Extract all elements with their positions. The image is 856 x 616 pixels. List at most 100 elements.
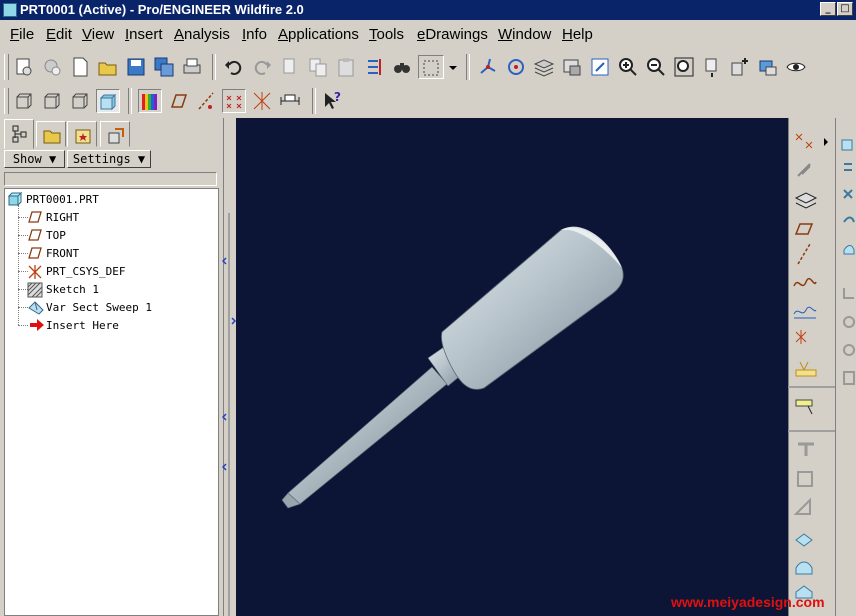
menu-bar: File Edit View Insert Analysis Info Appl… (0, 22, 856, 48)
datum-axis-toggle-icon[interactable] (194, 89, 218, 113)
datum-curve-icon (793, 277, 817, 287)
sketch-icon (27, 282, 43, 298)
screwdriver-model (281, 226, 624, 509)
color-appearance-icon[interactable] (138, 89, 162, 113)
toolbar-grip[interactable] (4, 88, 9, 114)
selection-filter-icon[interactable] (418, 55, 444, 79)
datum-point-display-icon[interactable] (476, 55, 500, 79)
csys-toggle-icon[interactable] (250, 89, 274, 113)
part-icon (8, 192, 22, 206)
graphics-window[interactable] (236, 118, 788, 616)
show-dropdown[interactable]: Show ▼ (4, 150, 65, 168)
refit-icon[interactable] (672, 55, 696, 79)
tree-item-sweep[interactable]: Var Sect Sweep 1 (5, 299, 215, 317)
minimize-button[interactable]: _ (820, 2, 836, 16)
restore-button[interactable]: □ (837, 2, 853, 16)
regenerate-icon[interactable] (362, 55, 386, 79)
show-dropdown-label: Show (12, 152, 42, 166)
tree-item-insert-here[interactable]: Insert Here (5, 317, 215, 335)
annotation-toggle-icon[interactable] (278, 89, 302, 113)
menu-window[interactable]: Window (498, 26, 551, 43)
no-hidden-icon[interactable] (68, 89, 92, 113)
menu-insert[interactable]: Insert (125, 26, 163, 43)
menu-view[interactable]: View (82, 26, 114, 43)
sweep-feature-icon (28, 301, 44, 315)
open-folder-icon[interactable] (96, 55, 120, 79)
datum-axis-tool-icon (797, 243, 811, 265)
new-file-icon[interactable] (68, 55, 92, 79)
tree-item-top[interactable]: TOP (5, 227, 215, 245)
round-tool-icon (795, 561, 813, 575)
tab-folder-browser[interactable] (36, 121, 66, 147)
menu-help[interactable]: Help (562, 26, 593, 43)
zoom-out-icon[interactable] (644, 55, 668, 79)
sketch-tool-icon (797, 163, 811, 177)
tree-item-sketch[interactable]: Sketch 1 (5, 281, 215, 299)
spin-center-icon[interactable] (504, 55, 528, 79)
menu-file[interactable]: File (10, 26, 34, 43)
save-icon[interactable] (124, 55, 148, 79)
print-icon[interactable] (180, 55, 204, 79)
spin-display-icon[interactable] (728, 55, 752, 79)
insert-arrow-icon (30, 319, 44, 331)
chevron-down-icon[interactable] (446, 55, 460, 79)
coordinate-system-icon (28, 265, 42, 279)
datum-point-toggle-icon[interactable] (222, 89, 246, 113)
view-manager-icon[interactable] (560, 55, 584, 79)
layers-icon[interactable] (532, 55, 556, 79)
panel-splitter[interactable] (222, 118, 236, 616)
hole-tool-icon (798, 442, 814, 456)
blend-tool-icon (843, 216, 855, 223)
orient-icon[interactable] (588, 55, 612, 79)
datum-plane-icon (28, 247, 42, 259)
new-session-icon[interactable] (12, 55, 36, 79)
sketched-curve-icon (793, 306, 817, 319)
redo-icon[interactable] (250, 55, 274, 79)
tab-favorites[interactable] (67, 121, 97, 147)
hidden-line-icon[interactable] (40, 89, 64, 113)
erase-icon[interactable] (40, 55, 64, 79)
window-title-bar[interactable]: PRT0001 (Active) - Pro/ENGINEER Wildfire… (0, 0, 856, 20)
tree-item-csys[interactable]: PRT_CSYS_DEF (5, 263, 215, 281)
datum-plane-toggle-icon[interactable] (166, 89, 190, 113)
paste-icon[interactable] (334, 55, 358, 79)
tab-model-tree[interactable] (4, 119, 34, 149)
rib-tool-icon (793, 497, 811, 515)
menu-applications[interactable]: Applications (278, 26, 359, 43)
draft-tool-icon (795, 533, 813, 547)
menu-tools[interactable]: Tools (369, 26, 404, 43)
model-tree-icon (12, 125, 27, 143)
find-binoculars-icon[interactable] (390, 55, 414, 79)
tree-root-item[interactable]: PRT0001.PRT (5, 191, 215, 209)
wireframe-icon[interactable] (12, 89, 36, 113)
tab-connections[interactable] (100, 121, 130, 147)
tree-item-front[interactable]: FRONT (5, 245, 215, 263)
settings-dropdown[interactable]: Settings ▼ (67, 150, 151, 168)
menu-analysis[interactable]: Analysis (174, 26, 230, 43)
tree-filter-bar (4, 172, 217, 186)
copy-icon[interactable] (306, 55, 330, 79)
repaint-icon[interactable] (700, 55, 724, 79)
display-toolbar: ? (0, 84, 856, 118)
zoom-in-icon[interactable] (616, 55, 640, 79)
tree-item-right[interactable]: RIGHT (5, 209, 215, 227)
tree-item-label: Sketch 1 (46, 283, 99, 296)
note-icon (795, 399, 813, 407)
menu-edit[interactable]: Edit (46, 26, 72, 43)
context-help-icon[interactable]: ? (320, 89, 344, 113)
cut-icon[interactable] (278, 55, 302, 79)
toolbar-grip[interactable] (4, 54, 9, 80)
model-display-icon[interactable] (756, 55, 780, 79)
datum-plane-tool-icon (794, 223, 814, 235)
pattern-tool-icon (843, 371, 855, 385)
save-copy-icon[interactable] (152, 55, 176, 79)
undo-icon[interactable] (222, 55, 246, 79)
tree-item-label: Insert Here (46, 319, 119, 332)
menu-info[interactable]: Info (242, 26, 267, 43)
analysis-feature-icon (795, 361, 817, 377)
shading-icon[interactable] (96, 89, 120, 113)
menu-edrawings[interactable]: eDrawings (417, 26, 488, 43)
view-eye-icon[interactable] (784, 55, 808, 79)
tree-item-label: RIGHT (46, 211, 80, 224)
expand-chevron-icon (231, 317, 236, 325)
